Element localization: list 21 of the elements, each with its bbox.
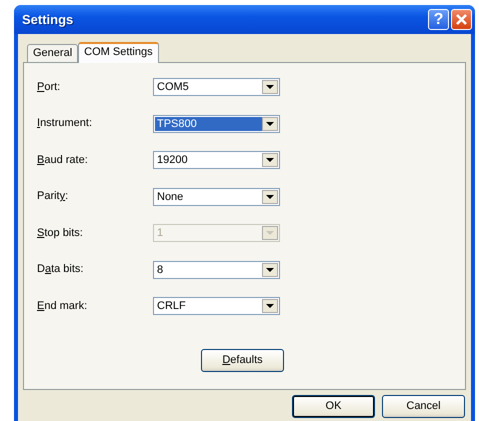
field-label: Instrument: <box>37 116 94 132</box>
dropdown[interactable]: TPS800 <box>153 114 280 132</box>
window-title: Settings <box>22 10 74 29</box>
tab[interactable]: General <box>27 44 78 62</box>
close-icon <box>455 12 468 26</box>
dialog-button[interactable]: OK <box>292 395 375 418</box>
field-label: Port: <box>37 80 62 95</box>
dropdown[interactable]: CRLF <box>153 297 280 315</box>
close-button[interactable] <box>451 9 472 30</box>
dropdown[interactable]: 19200 <box>153 151 280 169</box>
tab[interactable]: COM Settings <box>78 42 159 63</box>
field-label: End mark: <box>37 298 88 314</box>
dropdown[interactable]: COM5 <box>153 78 280 96</box>
defaults-button[interactable]: Defaults <box>201 348 284 372</box>
field-label: Baud rate: <box>37 152 89 168</box>
dropdown[interactable]: 8 <box>153 260 280 278</box>
field-label: Stop bits: <box>37 226 84 241</box>
dropdown[interactable]: None <box>153 188 280 206</box>
field-label: Parity: <box>37 189 70 204</box>
dialog-button[interactable]: Cancel <box>382 395 465 418</box>
field-label: Data bits: <box>37 262 84 278</box>
